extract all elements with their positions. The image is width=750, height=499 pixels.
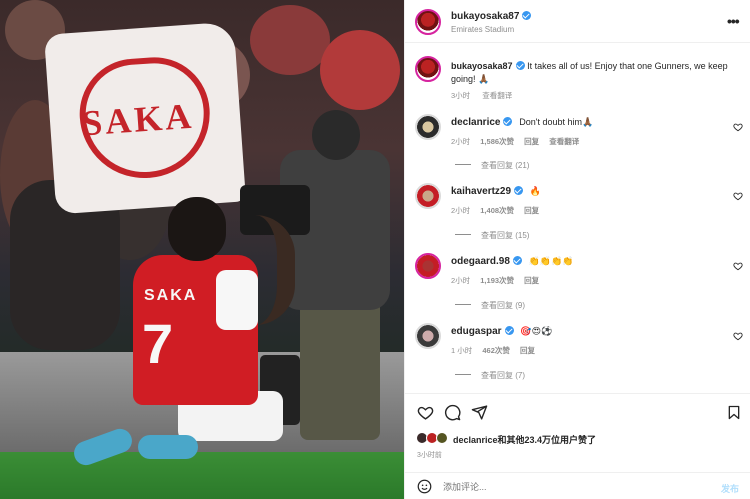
reply-button[interactable]: 回复 (520, 346, 535, 355)
comment-time[interactable]: 1 小时 (451, 346, 472, 355)
post-side-panel: bukayosaka87 Emirates Stadium ••• bukayo… (404, 0, 750, 499)
saka-banner: SAKA (43, 21, 247, 215)
verified-badge-icon (504, 326, 514, 335)
comment-text: 🔥 (529, 186, 542, 196)
verified-badge-icon (515, 61, 525, 70)
comment-likes[interactable]: 1,193次赞 (480, 276, 514, 285)
comment-avatar[interactable] (415, 253, 441, 279)
banner-text: SAKA (80, 95, 196, 144)
verified-badge-icon (514, 186, 524, 195)
comment-avatar[interactable] (415, 323, 441, 349)
comment-username[interactable]: declanrice (451, 117, 500, 128)
post-timestamp[interactable]: 3小时前 (417, 450, 442, 460)
comment-avatar[interactable] (415, 114, 441, 140)
caption: bukayosaka87 It takes all of us! Enjoy t… (451, 60, 731, 86)
comment-likes[interactable]: 462次赞 (482, 346, 510, 355)
verified-badge-icon (522, 11, 532, 20)
emoji-smile-icon[interactable] (417, 479, 432, 494)
comment-text: Don't doubt him🙏🏾 (519, 117, 594, 127)
more-options-icon[interactable]: ••• (727, 13, 740, 29)
author-avatar[interactable] (415, 9, 441, 35)
liked-by-text[interactable]: declanrice和其他23.4万位用户赞了 (453, 433, 596, 446)
comment-text: 👏👏👏👏 (528, 256, 574, 266)
comment-like-heart-icon[interactable] (733, 261, 743, 271)
comment-text: 🎯😍⚽ (520, 326, 553, 336)
post-comment-button[interactable]: 发布 (721, 482, 739, 495)
comment-time[interactable]: 2小时 (451, 137, 470, 146)
comment-username[interactable]: odegaard.98 (451, 256, 510, 267)
save-bookmark-icon[interactable] (726, 404, 742, 421)
reply-button[interactable]: 回复 (524, 276, 539, 285)
caption-translate[interactable]: 查看翻译 (482, 91, 512, 100)
translate-button[interactable]: 查看翻译 (549, 137, 579, 146)
comment-like-heart-icon[interactable] (733, 122, 743, 132)
caption-username[interactable]: bukayosaka87 (451, 61, 513, 71)
reply-button[interactable]: 回复 (524, 206, 539, 215)
comment-likes[interactable]: 1,586次赞 (480, 137, 514, 146)
author-username-row[interactable]: bukayosaka87 (451, 11, 532, 22)
verified-badge-icon (503, 117, 513, 126)
comment-time[interactable]: 2小时 (451, 206, 470, 215)
comment-avatar[interactable] (415, 183, 441, 209)
comment-like-heart-icon[interactable] (733, 331, 743, 341)
like-heart-icon[interactable] (417, 404, 434, 421)
post-location[interactable]: Emirates Stadium (451, 25, 514, 34)
caption-avatar[interactable] (415, 56, 441, 82)
comment-username[interactable]: kaihavertz29 (451, 186, 511, 197)
verified-badge-icon (512, 256, 522, 265)
share-paper-plane-icon[interactable] (471, 404, 488, 421)
comment-input-bar: 发布 (405, 472, 750, 499)
caption-time[interactable]: 3小时 (451, 91, 470, 100)
reply-button[interactable]: 回复 (524, 137, 539, 146)
comment-username[interactable]: edugaspar (451, 326, 502, 337)
view-replies-link[interactable]: 查看回复 (7) (455, 370, 525, 381)
view-replies-link[interactable]: 查看回复 (9) (455, 300, 525, 311)
view-replies-link[interactable]: 查看回复 (15) (455, 230, 529, 241)
view-replies-link[interactable]: 查看回复 (21) (455, 160, 529, 171)
comment-input[interactable] (443, 479, 703, 495)
player-kneeling: SAKA 7 (70, 195, 308, 470)
shirt-number: 7 (142, 312, 174, 375)
comment-bubble-icon[interactable] (444, 404, 461, 421)
comment-likes[interactable]: 1,408次赞 (480, 206, 514, 215)
post-photo: SAKA SAKA 7 (0, 0, 404, 499)
shirt-name: SAKA (144, 287, 198, 304)
comment-time[interactable]: 2小时 (451, 276, 470, 285)
comment-like-heart-icon[interactable] (733, 191, 743, 201)
author-username[interactable]: bukayosaka87 (451, 11, 519, 22)
instagram-post-modal: SAKA SAKA 7 bukayosaka87 Emirates Stadiu… (0, 0, 750, 499)
